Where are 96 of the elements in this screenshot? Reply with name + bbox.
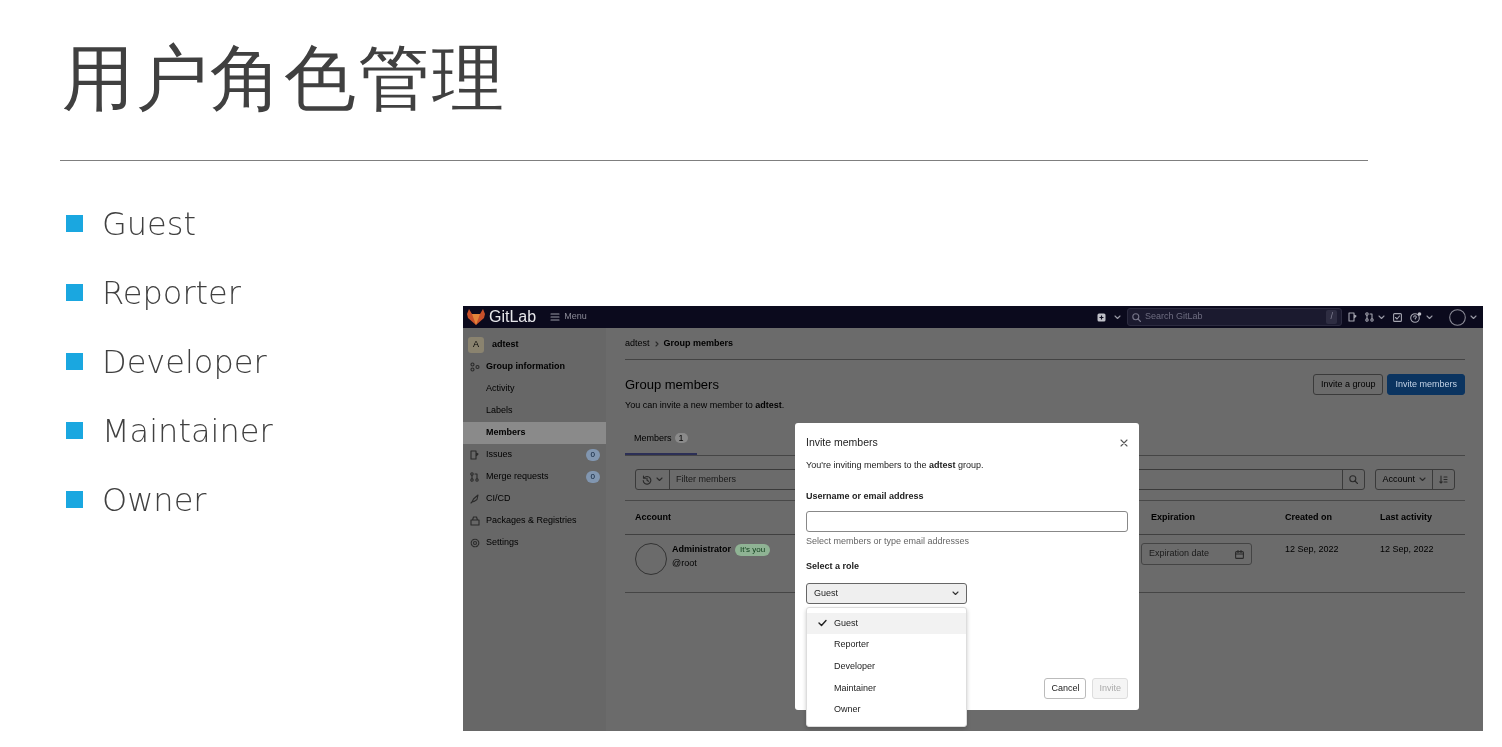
- search-icon: [1349, 475, 1359, 484]
- chevron-down-icon: [1378, 314, 1385, 320]
- search-placeholder: Search GitLab: [1145, 310, 1203, 324]
- sidebar-item[interactable]: Issues 0: [463, 444, 606, 466]
- input-field[interactable]: [806, 510, 1128, 532]
- search-icon: [1132, 312, 1141, 322]
- bullet-square: [66, 491, 83, 508]
- logo-text: GitLab: [489, 307, 537, 327]
- group-icon: [470, 362, 480, 372]
- group-avatar: A: [468, 337, 484, 353]
- group-name: adtest: [492, 338, 519, 352]
- sidebar-item[interactable]: Settings: [463, 532, 606, 554]
- user-avatar: [1449, 308, 1466, 326]
- merge-request-icon: [1365, 312, 1374, 322]
- merge-request-icon: [470, 472, 480, 482]
- sidebar-item[interactable]: Packages & Registries: [463, 510, 606, 532]
- group-header[interactable]: A adtest: [463, 334, 606, 356]
- count-badge: 0: [585, 449, 600, 461]
- dropdown-item[interactable]: Developer: [807, 655, 966, 678]
- column-header: Last activity: [1380, 511, 1433, 522]
- invite-group-button[interactable]: Invite a group: [1312, 374, 1384, 395]
- count-badge: 0: [585, 471, 600, 483]
- field-label: Username or email address: [806, 490, 925, 504]
- user-menu-button[interactable]: [1449, 308, 1477, 326]
- sort-icon: [1439, 475, 1448, 484]
- chevron-down-icon: [1419, 477, 1426, 482]
- column-header: Created on: [1285, 511, 1332, 522]
- cancel-button[interactable]: Cancel: [1044, 678, 1087, 699]
- sidebar-item[interactable]: Merge requests 0: [463, 466, 606, 488]
- slide-title: 用户角色管理: [61, 35, 507, 122]
- field-label: Select a role: [806, 560, 861, 574]
- bullet-text: Reporter: [102, 272, 241, 314]
- username: @root: [672, 556, 698, 570]
- search-field[interactable]: Search GitLab /: [1127, 308, 1342, 326]
- chevron-down-icon: [1426, 314, 1433, 320]
- dropdown-item[interactable]: Reporter: [807, 634, 966, 656]
- bullet-text: Maintainer: [102, 410, 273, 452]
- page-title: Group members: [625, 375, 719, 394]
- chevron-down-icon: [1470, 314, 1477, 320]
- sidebar-item[interactable]: Group information: [463, 356, 606, 378]
- invite-members-button[interactable]: Invite members: [1387, 374, 1465, 395]
- sidebar-item[interactable]: Members: [463, 422, 606, 444]
- count-badge: 1: [674, 432, 688, 443]
- bullet-square: [66, 284, 83, 301]
- dropdown-item[interactable]: Owner: [807, 699, 966, 721]
- breadcrumb-link[interactable]: Group members: [663, 336, 734, 351]
- column-header: Expiration: [1151, 511, 1195, 522]
- select-value: Guest: [814, 586, 838, 600]
- bullet-square: [66, 422, 83, 439]
- filter-field[interactable]: Filter members: [670, 470, 792, 489]
- date-placeholder: Expiration date: [1149, 547, 1210, 561]
- table-cell-text: 12 Sep, 2022: [1284, 543, 1340, 556]
- calendar-icon: [1235, 549, 1244, 559]
- menu-button[interactable]: Menu: [550, 310, 587, 324]
- fox-logo-icon: [466, 308, 486, 326]
- merge-requests-button[interactable]: [1365, 312, 1385, 322]
- shortcut-key: /: [1326, 310, 1337, 324]
- bullet-text: Guest: [102, 203, 196, 245]
- close-icon[interactable]: [1120, 438, 1128, 447]
- help-text: Select members or type email addresses: [806, 534, 971, 548]
- tab[interactable]: Members 1: [625, 424, 697, 455]
- role-select[interactable]: Guest: [806, 582, 967, 604]
- column-header: Account: [635, 511, 671, 522]
- table-cell-text: 12 Sep, 2022: [1379, 543, 1435, 556]
- date-field[interactable]: Expiration date: [1141, 543, 1252, 565]
- chevron-right-icon: [654, 340, 659, 347]
- chevron-down-icon: [952, 590, 959, 596]
- sidebar-item[interactable]: CI/CD: [463, 488, 606, 510]
- plus-square-icon: [1097, 312, 1106, 322]
- new-menu-button[interactable]: [1097, 312, 1121, 322]
- dropdown-item[interactable]: Guest: [807, 612, 966, 635]
- breadcrumb-link[interactable]: adtest: [625, 336, 650, 351]
- user-name[interactable]: Administrator: [672, 543, 731, 557]
- bullet-text: Owner: [102, 479, 207, 521]
- intro-text: You can invite a new member to adtest.: [625, 399, 786, 412]
- modal-intro: You're inviting members to the adtest group.: [806, 458, 985, 472]
- help-icon: [1410, 311, 1422, 323]
- settings-icon: [470, 538, 480, 548]
- history-icon: [642, 474, 652, 485]
- check-icon: [818, 619, 827, 628]
- status-badge: It's you: [735, 543, 771, 556]
- bullet-square: [66, 215, 83, 232]
- modal-title: Invite members: [806, 435, 878, 450]
- bullet-text: Developer: [102, 341, 267, 383]
- todo-icon[interactable]: [1393, 312, 1402, 322]
- issues-icon: [470, 450, 480, 460]
- bullet-square: [66, 353, 83, 370]
- chevron-down-icon: [1114, 314, 1121, 320]
- chevron-down-icon: [656, 477, 663, 482]
- package-icon: [470, 516, 480, 526]
- sidebar-item[interactable]: Labels: [463, 400, 606, 422]
- help-button[interactable]: [1410, 311, 1433, 323]
- menu-icon: [550, 313, 561, 321]
- sidebar-item[interactable]: Activity: [463, 378, 606, 400]
- dropdown-item[interactable]: Maintainer: [807, 677, 966, 700]
- issues-icon[interactable]: [1348, 312, 1357, 322]
